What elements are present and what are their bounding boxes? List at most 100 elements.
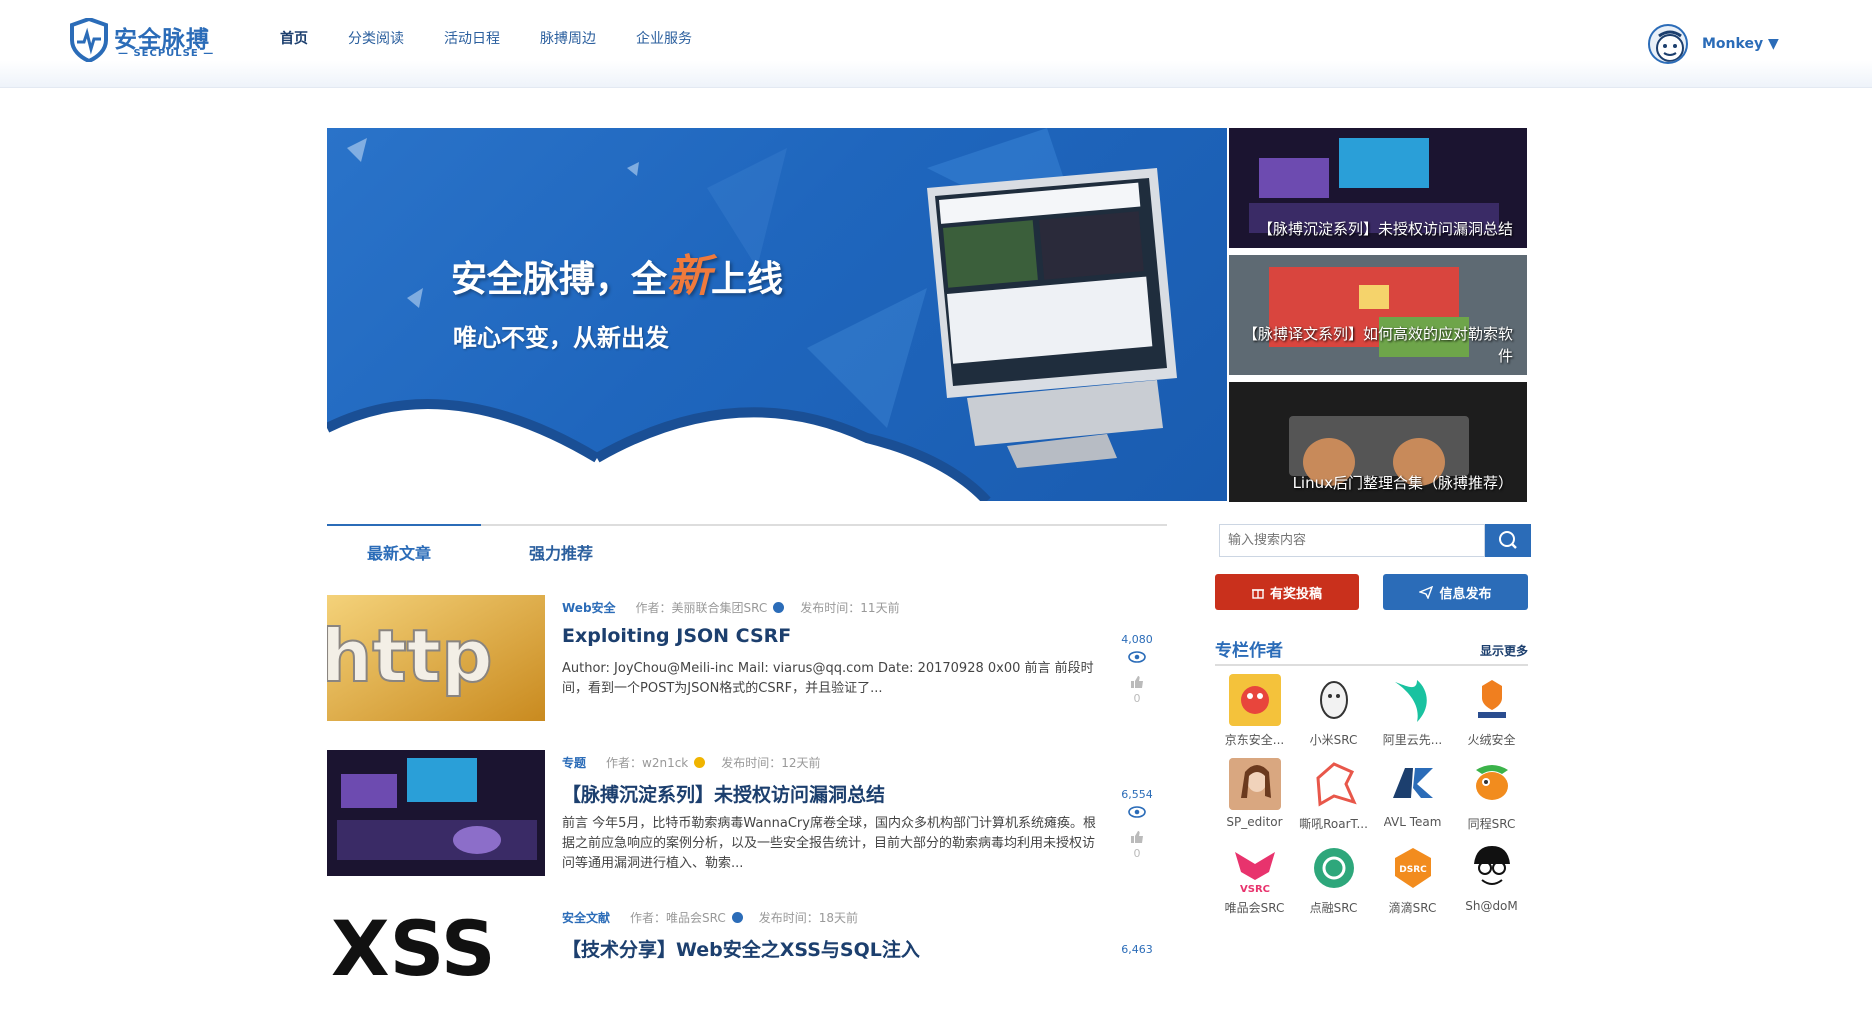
site-logo[interactable]: 安全脉搏 — SECPULSE — [70, 18, 230, 64]
authors-grid: 京东安全... 小米SRC 阿里云先... 火绒安全 SP_editor 嘶吼R… [1215, 674, 1531, 916]
view-count: 4,080 [1121, 633, 1153, 646]
nav-home[interactable]: 首页 [280, 28, 308, 48]
author-mi[interactable]: 小米SRC [1294, 674, 1373, 748]
active-tab-indicator [327, 524, 481, 526]
nav-categories[interactable]: 分类阅读 [348, 28, 404, 48]
user-menu[interactable]: Monkey ▼ [1648, 24, 1779, 64]
article-thumbnail[interactable]: http [327, 595, 545, 721]
article-stats: 4,080 0 [1117, 633, 1157, 705]
author-name: Sh@doM [1465, 899, 1518, 913]
publish-info-button[interactable]: 信息发布 [1383, 574, 1528, 610]
article-time: 发布时间：11天前 [800, 601, 900, 615]
author-name: 阿里云先... [1382, 733, 1443, 747]
article-thumbnail[interactable]: XSS [327, 905, 545, 1031]
article-category[interactable]: 专题 [562, 754, 586, 771]
article-author[interactable]: 作者：唯品会SRC [630, 909, 726, 926]
nav-events[interactable]: 活动日程 [444, 28, 500, 48]
author-dianrong[interactable]: 点融SRC [1294, 842, 1373, 916]
article-time: 发布时间：12天前 [721, 756, 821, 770]
author-name: AVL Team [1383, 815, 1442, 829]
author-avl[interactable]: AVL Team [1373, 758, 1452, 832]
banner-title-post: 上线 [711, 259, 784, 300]
show-more-link[interactable]: 显示更多 [1480, 642, 1528, 659]
article-category[interactable]: 安全文献 [562, 909, 610, 926]
nav-enterprise[interactable]: 企业服务 [636, 28, 692, 48]
author-shadom[interactable]: Sh@doM [1452, 842, 1531, 916]
slide-caption: 【脉搏译文系列】如何高效的应对勒索软件 [1243, 325, 1514, 365]
author-avatar [1465, 842, 1518, 894]
article-author[interactable]: 作者：美丽联合集团SRC [636, 599, 768, 616]
side-slide-ransomware[interactable]: 【脉搏译文系列】如何高效的应对勒索软件 [1229, 255, 1527, 375]
side-slides: 【脉搏沉淀系列】未授权访问漏洞总结 【脉搏译文系列】如何高效的应对勒索软件 Li… [1229, 128, 1527, 509]
side-slide-unauth[interactable]: 【脉搏沉淀系列】未授权访问漏洞总结 [1229, 128, 1527, 248]
svg-text:XSS: XSS [331, 905, 496, 993]
author-avatar [1307, 674, 1360, 726]
article-stats: 6,463 [1117, 943, 1157, 956]
svg-text:VSRC: VSRC [1240, 884, 1270, 894]
article-title[interactable]: 【脉搏沉淀系列】未授权访问漏洞总结 [562, 780, 885, 807]
author-name: 小米SRC [1309, 733, 1358, 747]
thumb-up-icon[interactable] [1130, 675, 1144, 689]
article-summary: 前言 今年5月，比特币勒索病毒WannaCry席卷全球，国内众多机构部门计算机系… [562, 816, 1096, 871]
author-vipshop[interactable]: VSRC 唯品会SRC [1215, 842, 1294, 916]
submit-article-button[interactable]: 有奖投稿 [1215, 574, 1359, 610]
author-sp-editor[interactable]: SP_editor [1215, 758, 1294, 832]
user-avatar[interactable] [1648, 24, 1688, 64]
like-count: 0 [1133, 692, 1141, 705]
author-avatar [1386, 758, 1439, 810]
banner-slogan: 唯心不变，从新出发 [453, 324, 669, 352]
section-title: 专栏作者 [1215, 641, 1283, 661]
side-slide-linux[interactable]: Linux后门整理合集（脉搏推荐） [1229, 382, 1527, 502]
submit-label: 有奖投稿 [1269, 586, 1322, 602]
author-didi[interactable]: DSRC 滴滴SRC [1373, 842, 1452, 916]
tab-recommended[interactable]: 强力推荐 [529, 540, 593, 564]
main-nav: 首页 分类阅读 活动日程 脉搏周边 企业服务 [280, 28, 732, 48]
search-button[interactable] [1485, 524, 1531, 557]
author-aliyun[interactable]: 阿里云先... [1373, 674, 1452, 748]
article-stats: 6,554 0 [1117, 788, 1157, 860]
http-letters-image: http [327, 595, 545, 721]
article-item: http Web安全 作者：美丽联合集团SRC 发布时间：11天前 Exploi… [327, 595, 1167, 721]
banner-background-art [327, 128, 1177, 501]
author-name: SP_editor [1226, 815, 1283, 829]
shield-logo-icon [70, 18, 108, 62]
author-name: 唯品会SRC [1224, 901, 1285, 915]
banner-title-highlight: 新 [667, 251, 712, 302]
author-jd[interactable]: 京东安全... [1215, 674, 1294, 748]
article-meta: 专题 作者：w2n1ck 发布时间：12天前 [562, 754, 821, 771]
nav-merch[interactable]: 脉搏周边 [540, 28, 596, 48]
column-authors-header: 专栏作者 显示更多 [1215, 634, 1528, 666]
author-name: 点融SRC [1309, 901, 1358, 915]
article-tabs: 最新文章 强力推荐 [327, 524, 1167, 564]
author-avatar [1386, 674, 1439, 726]
monkey-avatar-icon [1656, 30, 1684, 62]
like-count: 0 [1133, 847, 1141, 860]
publish-label: 信息发布 [1439, 586, 1492, 602]
username-dropdown[interactable]: Monkey ▼ [1702, 36, 1779, 52]
author-avatar [1228, 758, 1281, 810]
author-avatar [1228, 674, 1281, 726]
article-title[interactable]: Exploiting JSON CSRF [562, 625, 791, 647]
author-huorong[interactable]: 火绒安全 [1452, 674, 1531, 748]
author-avatar [1307, 842, 1360, 894]
eye-icon [1128, 651, 1146, 663]
slide-caption: Linux后门整理合集（脉搏推荐） [1292, 474, 1513, 492]
author-name: 火绒安全 [1467, 733, 1516, 747]
article-summary: Author: JoyChou@Meili-inc Mail: viarus@q… [562, 661, 1094, 696]
tab-latest[interactable]: 最新文章 [367, 540, 431, 564]
author-avatar [1307, 758, 1360, 810]
search-box [1219, 524, 1531, 557]
hero-banner[interactable]: 安全脉搏，全新上线 唯心不变，从新出发 [327, 128, 1227, 501]
search-input[interactable] [1219, 524, 1485, 557]
author-roarteam[interactable]: 嘶吼RoarT... [1294, 758, 1373, 832]
article-author[interactable]: 作者：w2n1ck [606, 754, 688, 771]
article-thumbnail[interactable] [327, 750, 545, 876]
author-avatar [1465, 758, 1518, 810]
article-title[interactable]: 【技术分享】Web安全之XSS与SQL注入 [562, 935, 920, 962]
author-tongcheng[interactable]: 同程SRC [1452, 758, 1531, 832]
view-count: 6,554 [1121, 788, 1153, 801]
article-item: XSS 安全文献 作者：唯品会SRC 发布时间：18天前 【技术分享】Web安全… [327, 905, 1167, 1031]
article-category[interactable]: Web安全 [562, 599, 616, 616]
author-name: 京东安全... [1224, 733, 1285, 747]
thumb-up-icon[interactable] [1130, 830, 1144, 844]
